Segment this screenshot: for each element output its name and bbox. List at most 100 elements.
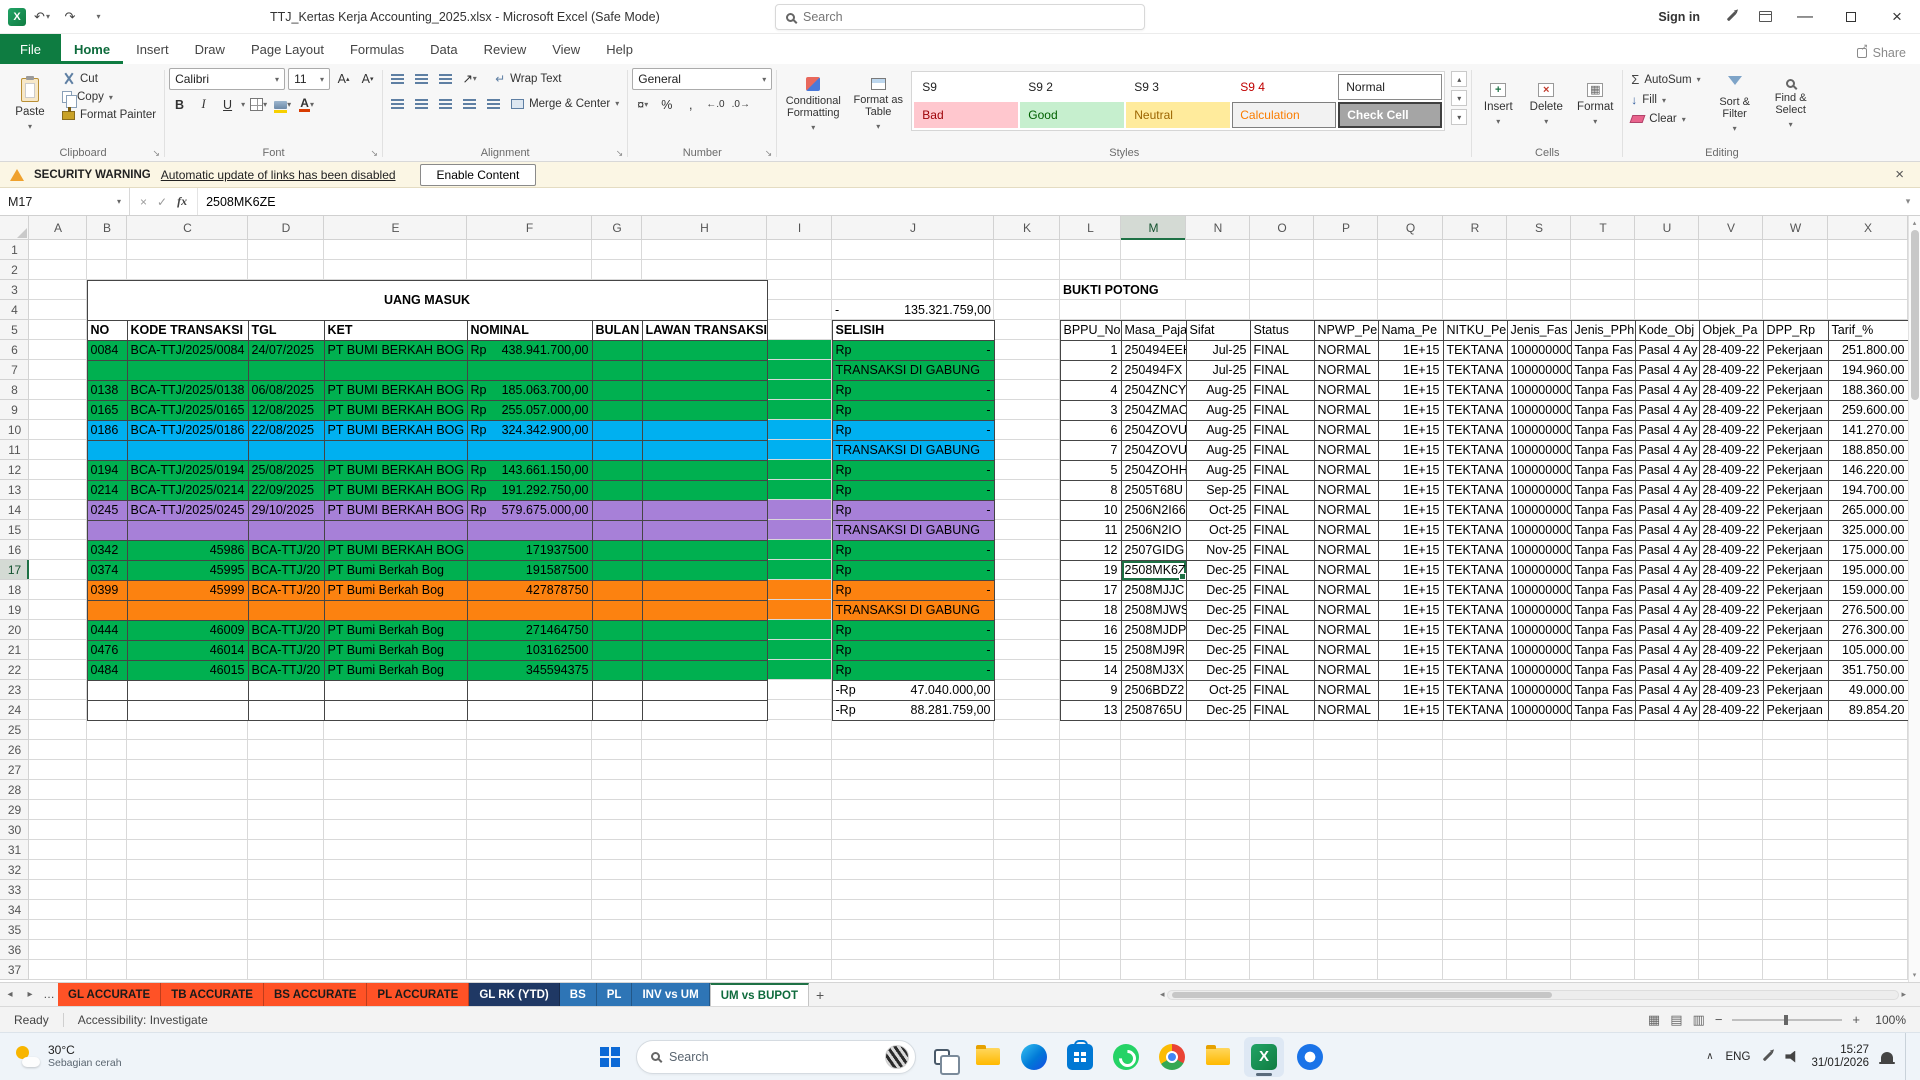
- cell-S20[interactable]: 100000000: [1507, 620, 1571, 640]
- cell-N22[interactable]: Dec-25: [1186, 660, 1250, 680]
- cell-J8[interactable]: Rp-: [832, 380, 994, 400]
- cell-K1[interactable]: [994, 240, 1060, 260]
- cell-D9[interactable]: 12/08/2025: [248, 400, 324, 420]
- cell-H29[interactable]: [642, 800, 767, 820]
- cell-C22[interactable]: 46015: [127, 660, 248, 680]
- cell-W2[interactable]: [1763, 260, 1828, 280]
- cell-N26[interactable]: [1186, 740, 1250, 760]
- row-header-31[interactable]: 31: [0, 840, 29, 860]
- cell-F24[interactable]: [467, 700, 592, 720]
- cell-V10[interactable]: 28-409-22: [1699, 420, 1763, 440]
- name-box[interactable]: M17▾: [0, 188, 130, 215]
- cell-S26[interactable]: [1507, 740, 1571, 760]
- cell-U28[interactable]: [1635, 780, 1699, 800]
- cell-U27[interactable]: [1635, 760, 1699, 780]
- row-header-16[interactable]: 16: [0, 540, 29, 560]
- cell-J29[interactable]: [832, 800, 994, 820]
- cell-X3[interactable]: [1828, 280, 1908, 300]
- cell-E27[interactable]: [324, 760, 467, 780]
- cell-J14[interactable]: Rp-: [832, 500, 994, 520]
- cell-T20[interactable]: Tanpa Fas: [1571, 620, 1635, 640]
- cell-C25[interactable]: [127, 720, 248, 740]
- cell-X19[interactable]: 276.500.00: [1828, 600, 1908, 620]
- cell-T2[interactable]: [1571, 260, 1635, 280]
- language-indicator[interactable]: ENG: [1726, 1051, 1751, 1063]
- cell-P22[interactable]: NORMAL: [1314, 660, 1378, 680]
- cell-H27[interactable]: [642, 760, 767, 780]
- cell-C36[interactable]: [127, 940, 248, 960]
- cell-U23[interactable]: Pasal 4 Ay: [1635, 680, 1699, 700]
- ribbon-tab-review[interactable]: Review: [471, 34, 540, 64]
- cell-X14[interactable]: 265.000.00: [1828, 500, 1908, 520]
- cell-V16[interactable]: 28-409-22: [1699, 540, 1763, 560]
- cell-E16[interactable]: PT BUMI BERKAH BOG: [324, 540, 467, 560]
- cell-style-neutral[interactable]: Neutral: [1126, 102, 1230, 128]
- cell-J35[interactable]: [832, 920, 994, 940]
- cell-D6[interactable]: 24/07/2025: [248, 340, 324, 360]
- cell-T31[interactable]: [1571, 840, 1635, 860]
- ribbon-tab-page-layout[interactable]: Page Layout: [238, 34, 337, 64]
- cell-C19[interactable]: [127, 600, 248, 620]
- cell-W12[interactable]: Pekerjaan: [1763, 460, 1828, 480]
- cell-G6[interactable]: [592, 340, 642, 360]
- cell-L18[interactable]: 17: [1060, 580, 1121, 600]
- cell-D35[interactable]: [248, 920, 324, 940]
- cell-W16[interactable]: Pekerjaan: [1763, 540, 1828, 560]
- cell-V11[interactable]: 28-409-22: [1699, 440, 1763, 460]
- cell-O36[interactable]: [1250, 940, 1314, 960]
- cell-O11[interactable]: FINAL: [1250, 440, 1314, 460]
- cell-C37[interactable]: [127, 960, 248, 980]
- cell-P13[interactable]: NORMAL: [1314, 480, 1378, 500]
- cell-T13[interactable]: Tanpa Fas: [1571, 480, 1635, 500]
- cell-W34[interactable]: [1763, 900, 1828, 920]
- cell-K26[interactable]: [994, 740, 1060, 760]
- cell-D13[interactable]: 22/09/2025: [248, 480, 324, 500]
- cell-D17[interactable]: BCA-TTJ/20: [248, 560, 324, 580]
- column-header-Q[interactable]: Q: [1378, 216, 1443, 240]
- pen-tray-icon[interactable]: [1763, 1052, 1773, 1062]
- cell-F31[interactable]: [467, 840, 592, 860]
- cell-U34[interactable]: [1635, 900, 1699, 920]
- cell-P11[interactable]: NORMAL: [1314, 440, 1378, 460]
- cell-V22[interactable]: 28-409-22: [1699, 660, 1763, 680]
- cell-P20[interactable]: NORMAL: [1314, 620, 1378, 640]
- cell-C10[interactable]: BCA-TTJ/2025/0186: [127, 420, 248, 440]
- cell-B14[interactable]: 0245: [87, 500, 127, 520]
- cell-F34[interactable]: [467, 900, 592, 920]
- cell-J11[interactable]: TRANSAKSI DI GABUNG: [832, 440, 994, 460]
- cell-D2[interactable]: [248, 260, 324, 280]
- cell-P6[interactable]: NORMAL: [1314, 340, 1378, 360]
- font-dialog-launcher[interactable]: ↘: [371, 148, 379, 159]
- cell-K7[interactable]: [994, 360, 1060, 380]
- cell-S3[interactable]: [1507, 280, 1571, 300]
- find-select-button[interactable]: Find & Select▾: [1765, 68, 1817, 140]
- cell-U30[interactable]: [1635, 820, 1699, 840]
- cell-C5[interactable]: KODE TRANSAKSI: [127, 320, 248, 340]
- cell-D30[interactable]: [248, 820, 324, 840]
- cell-D22[interactable]: BCA-TTJ/20: [248, 660, 324, 680]
- cell-L1[interactable]: [1060, 240, 1121, 260]
- accessibility-status[interactable]: Accessibility: Investigate: [78, 1013, 208, 1027]
- cell-A31[interactable]: [29, 840, 87, 860]
- cell-X5[interactable]: Tarif_%: [1828, 320, 1908, 340]
- cell-W33[interactable]: [1763, 880, 1828, 900]
- cell-O1[interactable]: [1250, 240, 1314, 260]
- cell-O12[interactable]: FINAL: [1250, 460, 1314, 480]
- cell-R33[interactable]: [1443, 880, 1507, 900]
- cell-B31[interactable]: [87, 840, 127, 860]
- cell-Q14[interactable]: 1E+15: [1378, 500, 1443, 520]
- cell-S8[interactable]: 100000000: [1507, 380, 1571, 400]
- cell-G9[interactable]: [592, 400, 642, 420]
- cell-I23[interactable]: [767, 680, 832, 700]
- insert-cells-button[interactable]: + Insert▾: [1476, 68, 1520, 140]
- new-sheet-button[interactable]: +: [809, 983, 831, 1006]
- cell-N17[interactable]: Dec-25: [1186, 560, 1250, 580]
- cell-M23[interactable]: 2506BDZ2: [1121, 680, 1186, 700]
- cell-N9[interactable]: Aug-25: [1186, 400, 1250, 420]
- cell-G15[interactable]: [592, 520, 642, 540]
- cell-N5[interactable]: Sifat: [1186, 320, 1250, 340]
- cell-G27[interactable]: [592, 760, 642, 780]
- cell-K6[interactable]: [994, 340, 1060, 360]
- cell-I30[interactable]: [767, 820, 832, 840]
- row-header-6[interactable]: 6: [0, 340, 29, 360]
